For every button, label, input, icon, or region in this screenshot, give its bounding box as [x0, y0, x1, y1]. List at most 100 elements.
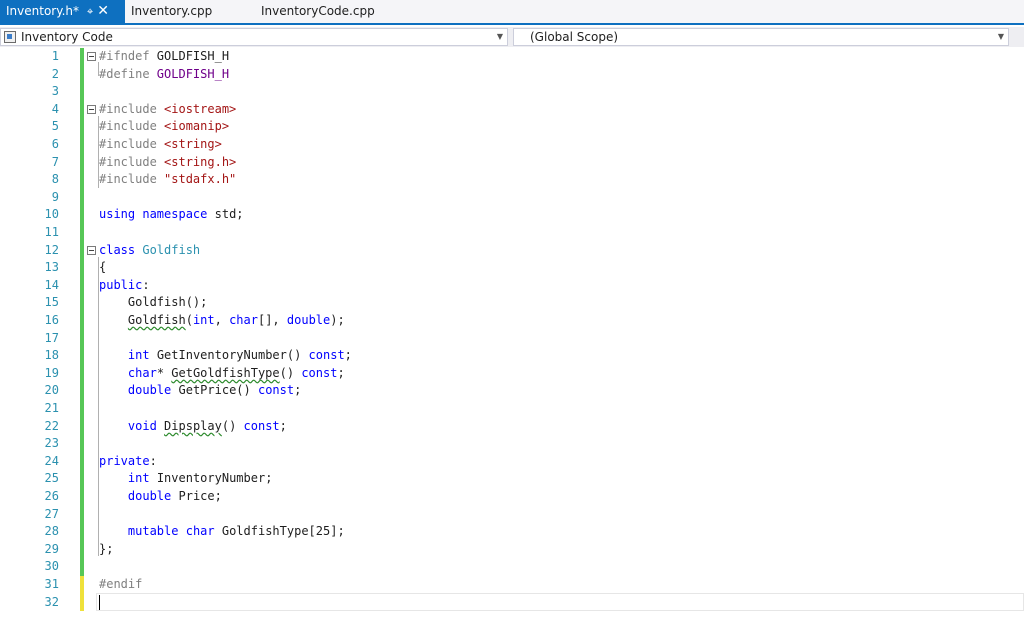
change-marker [80, 329, 84, 348]
code-text: #include "stdafx.h" [99, 172, 237, 187]
change-marker [80, 48, 84, 66]
code-line: 2 #define GOLDFISH_H [0, 65, 1024, 84]
code-text: #include <iostream> [99, 101, 237, 116]
line-number: 8 [51, 172, 59, 187]
change-marker [80, 505, 84, 524]
line-number: 7 [51, 154, 59, 169]
code-line: 19 char* GetGoldfishType() const; [0, 364, 1024, 383]
line-number: 25 [44, 471, 59, 486]
line-number: 17 [44, 330, 59, 345]
project-icon [4, 31, 16, 43]
line-number: 31 [44, 577, 59, 591]
line-number: 32 [44, 594, 59, 609]
line-number: 19 [44, 365, 59, 380]
line-number: 23 [44, 436, 59, 451]
document-tab-strip: Inventory.h* ⌖ ✕ Inventory.cpp InventoryCo… [0, 0, 1024, 25]
change-marker [80, 276, 84, 295]
line-number: 10 [44, 207, 59, 222]
change-marker [80, 171, 84, 189]
code-line: 15 Goldfish(); [0, 294, 1024, 312]
change-marker [80, 294, 84, 312]
scope-dropdown[interactable]: (Global Scope) ▼ [513, 28, 1009, 46]
code-text: int GetInventoryNumber() const; [127, 348, 352, 363]
line-number: 24 [44, 453, 59, 468]
change-marker [80, 540, 84, 559]
change-marker [80, 400, 84, 418]
code-text: char* GetGoldfishType() const; [127, 365, 345, 380]
code-text: public: [99, 277, 150, 292]
change-marker [80, 488, 84, 506]
code-text: Goldfish(int, char[], double); [127, 313, 345, 327]
code-line: 1 #ifndef GOLDFISH_H [0, 48, 1024, 66]
code-line: 9 [0, 188, 1024, 207]
code-line: 24 private: [0, 452, 1024, 471]
change-marker [80, 593, 84, 612]
collapse-icon[interactable] [87, 104, 96, 114]
close-icon[interactable]: ✕ [97, 0, 109, 23]
change-marker [80, 347, 84, 365]
code-editor[interactable]: 1 #ifndef GOLDFISH_H 2 #define GOLDFISH_… [0, 48, 1024, 618]
code-text: using namespace std; [99, 207, 244, 222]
change-marker [80, 558, 84, 576]
code-line: 29 }; [0, 540, 1024, 559]
line-number: 2 [51, 66, 59, 81]
change-marker [80, 224, 84, 242]
scope-dropdown-value: (Global Scope) [530, 30, 619, 44]
code-line: 6 #include <string> [0, 136, 1024, 154]
change-marker [80, 153, 84, 172]
line-number: 16 [44, 313, 59, 327]
code-line: 5 #include <iomanip> [0, 118, 1024, 136]
code-line: 30 [0, 558, 1024, 576]
code-text: class Goldfish [99, 242, 201, 257]
code-line: 27 [0, 505, 1024, 524]
project-dropdown[interactable]: Inventory Code ▼ [0, 28, 508, 46]
chevron-down-icon[interactable]: ▼ [998, 29, 1004, 45]
code-text: void Dipsplay() const; [127, 418, 287, 433]
code-line: 23 [0, 435, 1024, 453]
line-number: 12 [44, 242, 59, 257]
code-text: double GetPrice() const; [127, 383, 302, 398]
pin-icon[interactable]: ⌖ [87, 0, 93, 23]
change-marker [80, 312, 84, 330]
code-line: 10 using namespace std; [0, 206, 1024, 224]
line-number: 30 [44, 559, 59, 574]
code-text: #include <iomanip> [99, 119, 230, 134]
project-dropdown-value: Inventory Code [21, 30, 113, 44]
change-marker [80, 188, 84, 207]
tab-inventory-h[interactable]: Inventory.h* ⌖ ✕ [0, 0, 125, 23]
navigation-bar: Inventory Code ▼ (Global Scope) ▼ [0, 27, 1024, 47]
code-text: #ifndef GOLDFISH_H [99, 49, 230, 63]
chevron-down-icon[interactable]: ▼ [497, 29, 503, 45]
line-number: 13 [44, 260, 59, 275]
code-line: 31 #endif [0, 576, 1024, 594]
change-marker [80, 470, 84, 488]
change-marker [80, 241, 84, 260]
code-line: 16 Goldfish(int, char[], double); [0, 312, 1024, 330]
code-line: 7 #include <string.h> [0, 153, 1024, 172]
code-line: 3 [0, 83, 1024, 101]
line-number: 26 [44, 489, 59, 503]
code-line: 13 { [0, 259, 1024, 277]
code-text: #include <string.h> [99, 154, 237, 169]
change-marker [80, 523, 84, 541]
code-line: 14 public: [0, 276, 1024, 295]
line-number: 29 [44, 541, 59, 556]
code-line: 12 class Goldfish [0, 241, 1024, 260]
tab-inventorycode-cpp[interactable]: InventoryCode.cpp [261, 0, 375, 23]
code-line: 8 #include "stdafx.h" [0, 171, 1024, 189]
code-line: 11 [0, 224, 1024, 242]
line-number: 6 [51, 137, 59, 151]
change-marker [80, 576, 84, 594]
line-number: 4 [51, 101, 59, 116]
code-text: Goldfish(); [99, 295, 208, 310]
change-marker [80, 136, 84, 154]
line-number: 5 [51, 119, 59, 134]
collapse-icon[interactable] [87, 245, 96, 255]
tab-inventory-cpp[interactable]: Inventory.cpp [131, 0, 212, 23]
code-line: 4 #include <iostream> [0, 100, 1024, 119]
code-line: 22 void Dipsplay() const; [0, 417, 1024, 436]
collapse-icon[interactable] [87, 52, 96, 61]
code-line: 26 double Price; [0, 488, 1024, 506]
change-marker [80, 83, 84, 101]
line-number: 11 [44, 225, 59, 239]
